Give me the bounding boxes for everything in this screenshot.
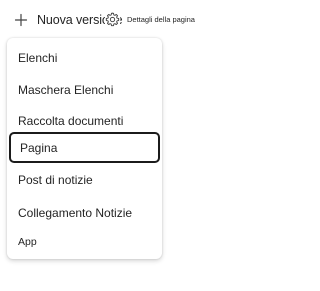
menu-item-post-di-notizie[interactable]: Post di notizie xyxy=(7,164,162,196)
menu-item-label: Pagina xyxy=(20,140,58,155)
menu-item-label: App xyxy=(18,236,37,248)
gear-icon xyxy=(105,11,120,27)
page-details-button[interactable]: Dettagli della pagina xyxy=(105,11,195,27)
menu-item-label: Post di notizie xyxy=(18,173,93,187)
menu-item-maschera-elenchi[interactable]: Maschera Elenchi xyxy=(7,74,162,106)
plus-icon xyxy=(14,13,28,27)
menu-item-pagina[interactable]: Pagina xyxy=(9,132,160,163)
menu-item-label: Elenchi xyxy=(18,51,58,65)
menu-item-label: Maschera Elenchi xyxy=(18,83,114,97)
menu-item-collegamento-notizie[interactable]: Collegamento Notizie xyxy=(7,197,162,229)
menu-item-label: Collegamento Notizie xyxy=(18,206,133,220)
menu-item-label: Raccolta documenti xyxy=(18,114,124,128)
new-dropdown-menu: Elenchi Maschera Elenchi Raccolta docume… xyxy=(7,38,162,259)
page-details-label: Dettagli della pagina xyxy=(127,14,195,24)
command-bar: Nuova versione Dettagli della pagina xyxy=(0,0,202,38)
menu-item-elenchi[interactable]: Elenchi xyxy=(7,42,162,74)
menu-item-app[interactable]: App xyxy=(7,226,162,258)
